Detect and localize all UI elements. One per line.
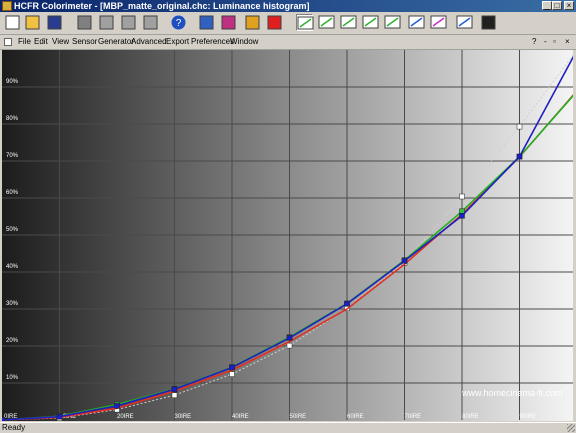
gamma-view-icon[interactable]	[318, 14, 335, 31]
y-tick-label: 70%	[6, 153, 19, 159]
series-marker-0	[459, 193, 465, 200]
x-tick-label: 80IRE	[462, 414, 479, 420]
series-marker-0	[229, 371, 235, 377]
menu-edit[interactable]: Edit	[34, 36, 48, 48]
svg-text:?: ?	[176, 18, 182, 29]
x-tick-label: 20IRE	[117, 414, 134, 420]
x-tick-label: 50IRE	[290, 414, 307, 420]
title-bar: HCFR Colorimeter - [MBP_matte_original.c…	[0, 0, 576, 12]
doc-icon	[4, 38, 12, 46]
series-marker-3	[344, 301, 350, 307]
color-palette-icon[interactable]	[220, 14, 237, 31]
child-minimize-button[interactable]: -	[544, 36, 547, 48]
x-tick-label: 30IRE	[175, 414, 192, 420]
watermark-text: www.homecinema-fr.com	[461, 388, 563, 398]
menu-advanced[interactable]: Advanced	[131, 36, 167, 48]
series-marker-0	[516, 123, 523, 130]
series-marker-3	[229, 364, 235, 371]
series-marker-3	[114, 403, 120, 409]
x-tick-label: 40IRE	[232, 414, 249, 420]
color-folder-icon[interactable]	[244, 14, 261, 31]
child-restore-button[interactable]: ▫	[553, 36, 556, 48]
y-tick-label: 60%	[6, 190, 19, 196]
print-icon[interactable]	[142, 14, 159, 31]
menu-help[interactable]: ?	[532, 36, 536, 48]
menu-sensor[interactable]: Sensor	[72, 36, 97, 48]
menu-export[interactable]: Export	[166, 36, 189, 48]
saturation-view-icon[interactable]	[456, 14, 473, 31]
luminance-chart: 10%20%30%40%50%60%70%80%90% 0IRE 10IRE 20I…	[2, 50, 573, 421]
y-tick-label: 30%	[6, 301, 19, 307]
window-title: HCFR Colorimeter - [MBP_matte_original.c…	[14, 1, 310, 11]
child-close-button[interactable]: ×	[565, 36, 570, 48]
menu-view[interactable]: View	[52, 36, 69, 48]
series-marker-3	[401, 258, 408, 264]
y-tick-label: 90%	[6, 79, 19, 85]
rgb-histogram-icon[interactable]	[266, 14, 283, 31]
new-file-icon[interactable]	[4, 14, 21, 31]
status-bar: Ready	[0, 422, 576, 433]
y-tick-label: 20%	[6, 338, 19, 344]
film-strip-icon[interactable]	[480, 14, 497, 31]
series-marker-3	[56, 413, 63, 420]
x-tick-label: 90IRE	[520, 414, 537, 420]
measures-grid-icon[interactable]	[198, 14, 215, 31]
series-marker-3	[171, 386, 178, 393]
series-marker-3	[2, 417, 5, 421]
menu-window[interactable]: Window	[230, 36, 258, 48]
x-tick-label: 70IRE	[405, 414, 422, 420]
app-icon	[2, 1, 12, 11]
maximize-button[interactable]: □	[552, 1, 562, 10]
color-temp-view-icon[interactable]	[340, 14, 357, 31]
series-marker-3	[516, 153, 523, 160]
y-tick-label: 10%	[6, 375, 19, 381]
series-marker-3	[459, 213, 465, 219]
series-marker-0	[286, 342, 293, 349]
menu-file[interactable]: File	[18, 36, 31, 48]
copy-icon[interactable]	[98, 14, 115, 31]
menu-preferences[interactable]: Preferences	[191, 36, 234, 48]
menu-bar: File Edit View Sensor Generator Advanced…	[0, 35, 576, 50]
x-tick-label: 60IRE	[347, 414, 364, 420]
deltae-view-icon[interactable]	[362, 14, 379, 31]
help-icon[interactable]: ?	[170, 14, 187, 31]
cie-chart-icon[interactable]	[384, 14, 401, 31]
y-tick-label: 50%	[6, 227, 19, 233]
y-tick-label: 40%	[6, 264, 19, 270]
luminance-view-icon[interactable]	[296, 14, 314, 31]
series-marker-3	[286, 335, 293, 341]
minimize-button[interactable]: _	[542, 1, 552, 10]
save-icon[interactable]	[46, 14, 63, 31]
toolbar: ?	[0, 12, 576, 35]
series-marker-0	[171, 392, 178, 398]
open-folder-icon[interactable]	[24, 14, 41, 31]
menu-generator[interactable]: Generator	[98, 36, 134, 48]
rgb-levels-view-icon[interactable]	[430, 14, 447, 31]
y-tick-label: 80%	[6, 116, 19, 122]
resize-grip[interactable]	[567, 424, 575, 432]
color-cie-view-icon[interactable]	[408, 14, 425, 31]
paste-icon[interactable]	[120, 14, 137, 31]
cut-icon[interactable]	[76, 14, 93, 31]
close-button[interactable]: ×	[564, 1, 574, 10]
